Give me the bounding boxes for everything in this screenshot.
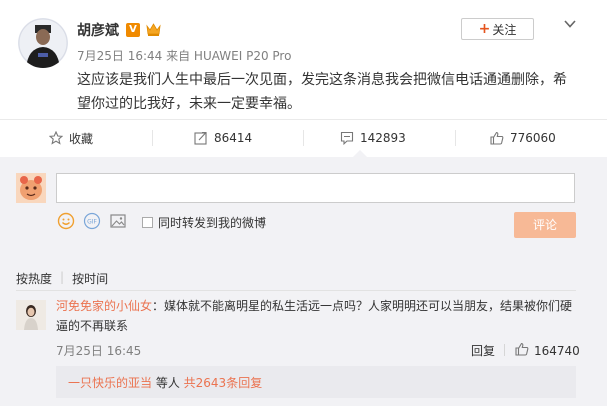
comment-time: 7月25日 16:45 [56, 344, 142, 358]
comment-icon [340, 131, 354, 145]
submit-comment-button[interactable]: 评论 [514, 212, 576, 238]
divider [455, 130, 456, 146]
sub-reply-user[interactable]: 一只快乐的亚当 [68, 376, 152, 390]
comment-like-count: 164740 [534, 343, 580, 358]
like-button[interactable]: 776060 [490, 129, 556, 147]
comment-button[interactable]: 142893 [340, 129, 406, 147]
favorite-button[interactable]: 收藏 [49, 129, 93, 147]
reply-button[interactable]: 回复 [471, 342, 495, 359]
action-bar: 收藏 86414 142893 776060 [0, 120, 607, 157]
post-meta: 7月25日 16:44 来自 HUAWEI P20 Pro [77, 49, 292, 63]
favorite-label: 收藏 [69, 131, 94, 146]
divider [16, 290, 576, 291]
repost-button[interactable]: 86414 [194, 129, 252, 147]
crown-icon [146, 22, 161, 37]
svg-text:GIF: GIF [87, 219, 97, 226]
sort-by-time[interactable]: 按时间 [72, 270, 108, 287]
emoji-icon[interactable] [57, 212, 75, 230]
repost-checkbox-label: 同时转发到我的微博 [158, 216, 267, 230]
comment-caret [353, 150, 367, 157]
sub-reply-mid: 等人 [152, 376, 184, 390]
post-text: 这应该是我们人生中最后一次见面，发完这条消息我会把微信电话通通删除，希望你过的比… [77, 72, 567, 112]
author-avatar[interactable] [18, 18, 68, 68]
verified-badge: V [126, 23, 140, 37]
repost-icon [194, 131, 208, 145]
my-avatar [16, 173, 46, 203]
divider [152, 130, 153, 146]
sub-reply-count[interactable]: 共2643条回复 [184, 376, 263, 390]
like-count: 776060 [510, 131, 556, 145]
star-icon [49, 131, 63, 145]
author-name[interactable]: 胡彦斌 [77, 20, 119, 40]
sub-replies-summary[interactable]: 一只快乐的亚当 等人 共2643条回复 [68, 374, 262, 391]
chevron-down-icon[interactable] [563, 17, 577, 31]
composer-tools: GIF [57, 212, 127, 230]
gif-icon[interactable]: GIF [83, 212, 101, 230]
repost-checkbox[interactable] [142, 217, 153, 228]
repost-checkbox-row[interactable]: 同时转发到我的微博 [142, 214, 266, 231]
comment-input[interactable] [56, 173, 575, 203]
plus-icon: + [478, 21, 491, 37]
comment-like-button[interactable]: 164740 [515, 342, 580, 359]
comment-item: 河免免家的小仙女：媒体就不能离明星的私生活远一点吗？人家明明还可以当朋友，结果被… [56, 296, 580, 336]
comment-count: 142893 [360, 131, 406, 145]
follow-button[interactable]: + 关注 [461, 18, 534, 40]
divider [303, 130, 304, 146]
sort-by-hot[interactable]: 按热度 [16, 270, 52, 287]
thumbs-up-icon [490, 131, 504, 145]
thumbs-up-icon [515, 342, 529, 359]
commenter-avatar[interactable] [16, 300, 46, 330]
follow-label: 关注 [492, 22, 517, 37]
image-icon[interactable] [109, 212, 127, 230]
repost-count: 86414 [214, 131, 253, 145]
divider: | [60, 270, 65, 284]
commenter-name[interactable]: 河免免家的小仙女 [56, 299, 152, 313]
sort-bar: 按热度 | 按时间 [16, 270, 108, 287]
divider [504, 344, 505, 356]
